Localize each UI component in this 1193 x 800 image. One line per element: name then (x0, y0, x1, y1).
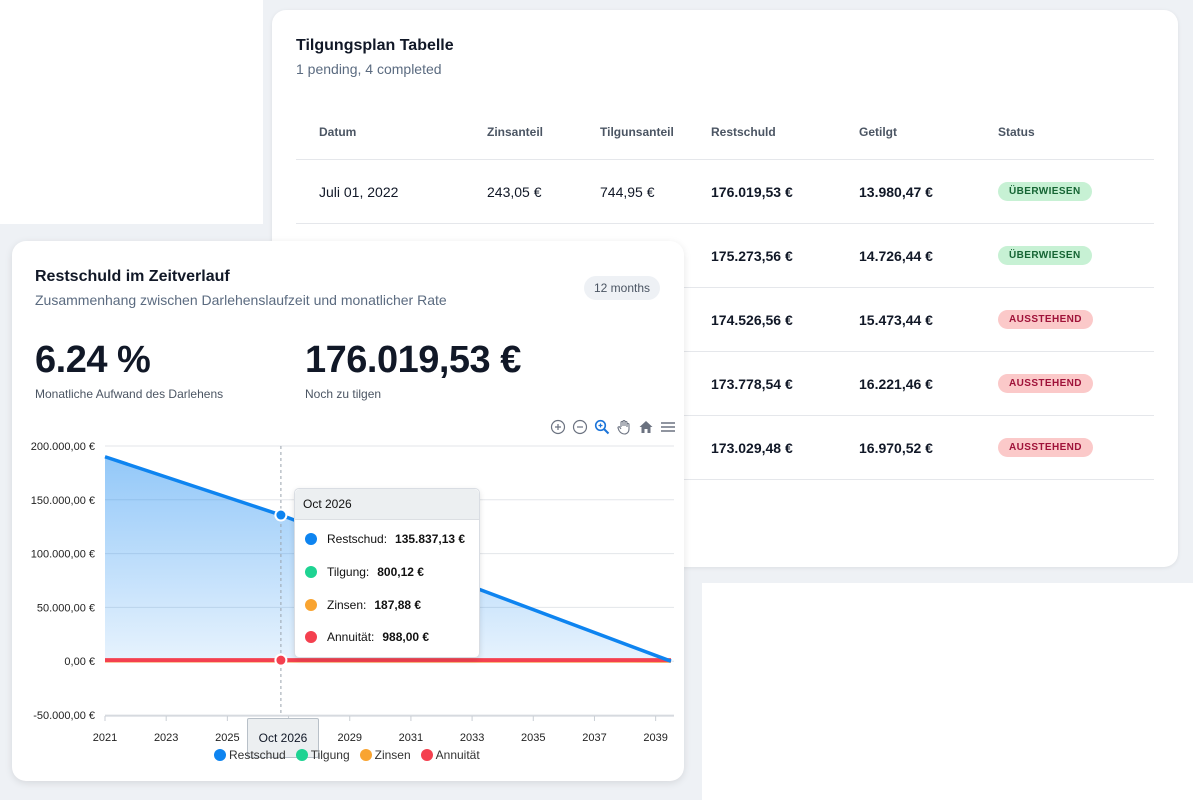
menu-icon[interactable] (659, 418, 677, 436)
y-tick-label: 0,00 € (64, 656, 95, 668)
tooltip-header: Oct 2026 (295, 489, 479, 520)
tooltip-label: Tilgung: (327, 565, 370, 579)
legend-item-tilgung[interactable]: Tilgung (295, 748, 350, 762)
legend-marker (295, 749, 308, 761)
legend-marker (359, 749, 372, 761)
y-tick-label: 50.000,00 € (37, 602, 95, 614)
tooltip-value: 187,88 € (374, 598, 422, 612)
x-tick-label: 2023 (154, 732, 178, 744)
legend-marker (420, 749, 433, 761)
tooltip-value: 800,12 € (377, 565, 424, 579)
annuitaet-color-dot (305, 631, 317, 643)
legend-label: Zinsen (374, 748, 411, 762)
y-tick-label: 150.000,00 € (31, 495, 95, 507)
restschuld-color-dot (305, 533, 317, 545)
home-reset-icon[interactable] (637, 418, 655, 436)
tooltip-label: Zinsen: (327, 598, 367, 612)
chart-tooltip: Oct 2026 Restschud: 135.837,13 € Tilgung… (294, 488, 480, 658)
annuitaet-marker (274, 653, 288, 667)
zoom-in-icon[interactable] (549, 418, 567, 436)
zoom-out-icon[interactable] (571, 418, 589, 436)
chart-legend: Restschud Tilgung Zinsen Annuität (214, 748, 480, 762)
tooltip-value: 135.837,13 € (395, 532, 466, 546)
x-tick-label: 2029 (337, 732, 361, 744)
legend-item-annuitaet[interactable]: Annuität (420, 748, 480, 762)
restschuld-marker (274, 508, 288, 522)
x-tick-label: 2021 (93, 732, 117, 744)
tooltip-row-tilgung: Tilgung: 800,12 € (305, 565, 424, 579)
tooltip-label: Restschud: (327, 532, 388, 546)
y-tick-label: -50.000,00 € (33, 710, 95, 722)
legend-label: Restschud (229, 748, 286, 762)
tilgung-color-dot (305, 566, 317, 578)
x-tick-label: 2025 (215, 732, 239, 744)
legend-label: Tilgung (310, 748, 350, 762)
zinsen-color-dot (305, 599, 317, 611)
x-tick-label: 2033 (460, 732, 484, 744)
tooltip-value: 988,00 € (382, 630, 430, 644)
pan-hand-icon[interactable] (615, 418, 633, 436)
zoom-select-icon[interactable] (593, 418, 611, 436)
x-tick-label: 2031 (399, 732, 423, 744)
x-axis: 2021202320252027202920312033203520372039 (93, 715, 674, 744)
x-tick-label: 2035 (521, 732, 545, 744)
tooltip-label: Annuität: (327, 630, 375, 644)
legend-label: Annuität (435, 748, 480, 762)
x-tick-label: 2037 (582, 732, 606, 744)
y-tick-label: 200.000,00 € (31, 441, 95, 453)
legend-item-restschud[interactable]: Restschud (214, 748, 286, 762)
y-axis: 200.000,00 € 150.000,00 € 100.000,00 € 50.0… (31, 441, 95, 722)
chart-toolbar (549, 418, 677, 436)
tooltip-row-zinsen: Zinsen: 187,88 € (305, 598, 421, 612)
x-tick-label: 2039 (643, 732, 667, 744)
legend-marker (214, 749, 226, 761)
tooltip-row-annuitaet: Annuität: 988,00 € (305, 630, 429, 644)
y-tick-label: 100.000,00 € (31, 549, 95, 561)
remaining-debt-chart[interactable]: 200.000,00 € 150.000,00 € 100.000,00 € 50.0… (0, 0, 1193, 800)
legend-item-zinsen[interactable]: Zinsen (359, 748, 411, 762)
tooltip-row-restschuld: Restschud: 135.837,13 € (305, 532, 465, 546)
